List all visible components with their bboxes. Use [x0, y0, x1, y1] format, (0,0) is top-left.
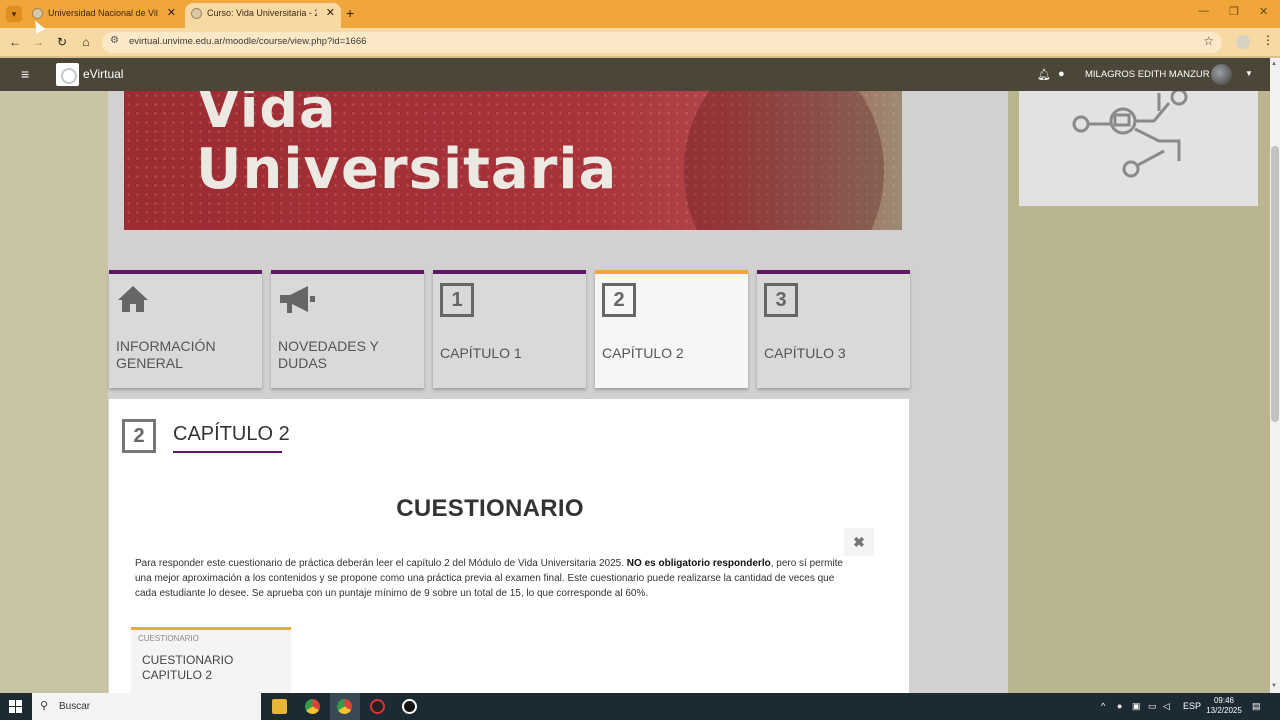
close-tab-icon[interactable]: ✕ — [167, 3, 176, 24]
search-placeholder: Buscar — [59, 701, 91, 712]
home-icon — [118, 286, 148, 312]
section-number-icon: 2 — [602, 283, 636, 317]
site-logo[interactable] — [56, 63, 79, 86]
new-tab-icon[interactable]: + — [346, 5, 354, 21]
tab-title: Curso: Vida Universitaria - 2025 — [207, 8, 317, 18]
banner-title-line2: Universitaria — [196, 137, 618, 202]
avatar[interactable] — [1211, 64, 1232, 85]
section-tile-novedades[interactable]: NOVEDADES Y DUDAS — [271, 270, 424, 388]
scroll-up-icon[interactable]: ▲ — [1271, 61, 1277, 67]
browser-tab-bar: ▾ Universidad Nacional de Villa María ✕ … — [0, 0, 1280, 28]
course-banner: Vida Universitaria — [124, 91, 902, 230]
left-background — [0, 91, 108, 693]
clock-date: 13/2/2025 — [1206, 706, 1242, 715]
site-info-icon[interactable]: ⚙ — [110, 35, 119, 46]
network-icon[interactable]: ▭ — [1148, 701, 1157, 712]
clock-time: 09:46 — [1213, 696, 1235, 705]
course-image-block — [1019, 88, 1258, 206]
section-tile-capitulo-2[interactable]: 2 CAPÍTULO 2 — [595, 270, 748, 388]
browser-tab-active[interactable]: Curso: Vida Universitaria - 2025 ✕ — [185, 3, 341, 28]
drawer-toggle-icon[interactable]: ≡ — [21, 66, 29, 82]
section-tile-label: CAPÍTULO 2 — [602, 345, 684, 361]
close-tab-icon[interactable]: ✕ — [326, 3, 335, 24]
window-close-icon[interactable]: ✕ — [1259, 5, 1268, 18]
bookmark-star-icon[interactable]: ☆ — [1203, 34, 1214, 48]
file-explorer-icon[interactable] — [272, 699, 287, 714]
title-underline — [173, 451, 282, 453]
section-tile-capitulo-1[interactable]: 1 CAPÍTULO 1 — [433, 270, 586, 388]
volume-icon[interactable]: ◁ — [1163, 701, 1170, 712]
browser-menu-icon[interactable]: ⋮ — [1262, 33, 1274, 47]
chrome-icon[interactable] — [337, 699, 352, 714]
chrome-icon[interactable] — [305, 699, 320, 714]
section-number-icon: 2 — [122, 419, 156, 453]
close-icon[interactable]: ✖ — [844, 528, 874, 556]
section-title: CAPÍTULO 2 — [173, 423, 290, 445]
moodle-navbar: ≡ eVirtual 🔔︎ ● MILAGROS EDITH MANZUR ▼ — [0, 58, 1270, 91]
description-bold: NO es obligatorio responderlo — [626, 558, 771, 569]
notifications-bell-icon[interactable]: 🔔︎ — [1037, 68, 1051, 81]
quiz-heading: CUESTIONARIO — [396, 495, 584, 522]
user-name[interactable]: MILAGROS EDITH MANZUR — [1085, 69, 1210, 80]
browser-tab[interactable]: Universidad Nacional de Villa María ✕ — [26, 3, 182, 28]
url-bar[interactable]: ⚙ evirtual.unvime.edu.ar/moodle/course/v… — [102, 32, 1222, 53]
activity-name[interactable]: CUESTIONARIO CAPITULO 2 — [142, 653, 282, 683]
section-content-card: 2 CAPÍTULO 2 CUESTIONARIO ✖ Para respond… — [109, 399, 909, 693]
profile-icon[interactable] — [1236, 35, 1250, 49]
user-menu-caret-icon[interactable]: ▼ — [1245, 69, 1253, 78]
microphone-icon[interactable]: ● — [1117, 701, 1122, 711]
section-number-icon: 3 — [764, 283, 798, 317]
section-tile-label: INFORMACIÓN GENERAL — [116, 338, 216, 371]
language-indicator[interactable]: ESP — [1183, 701, 1201, 711]
section-tile-label: CAPÍTULO 3 — [764, 345, 846, 361]
windows-taskbar: ⚲ Buscar ^ ● ▣ ▭ ◁ ESP 09:46 13/2/2025 ▤ — [0, 693, 1280, 720]
quiz-activity-card[interactable]: CUESTIONARIO CUESTIONARIO CAPITULO 2 — [131, 627, 291, 693]
circuit-illustration-icon — [1072, 88, 1188, 178]
security-icon[interactable]: ▣ — [1132, 701, 1141, 712]
media-player-icon[interactable] — [402, 699, 417, 714]
back-icon[interactable]: ← — [7, 34, 23, 50]
section-tile-label: NOVEDADES Y DUDAS — [278, 338, 379, 371]
notification-center-icon[interactable]: ▤ — [1252, 701, 1261, 712]
obs-icon[interactable] — [370, 699, 385, 714]
section-tile-capitulo-3[interactable]: 3 CAPÍTULO 3 — [757, 270, 910, 388]
tab-search-button[interactable]: ▾ — [6, 6, 22, 22]
minimize-icon[interactable]: — — [1198, 5, 1209, 17]
megaphone-icon — [280, 286, 315, 313]
section-number-icon: 1 — [440, 283, 474, 317]
address-toolbar: ← → ↻ ⌂ ⚙ evirtual.unvime.edu.ar/moodle/… — [0, 28, 1280, 57]
forward-icon[interactable]: → — [30, 34, 46, 50]
section-tile-informacion[interactable]: INFORMACIÓN GENERAL — [109, 270, 262, 388]
scroll-down-icon[interactable]: ▼ — [1271, 683, 1277, 689]
description-text: Para responder este cuestionario de prác… — [135, 558, 627, 569]
reload-icon[interactable]: ↻ — [54, 34, 70, 50]
home-icon[interactable]: ⌂ — [78, 34, 94, 50]
search-icon: ⚲ — [40, 700, 49, 712]
taskbar-search[interactable]: ⚲ Buscar — [32, 693, 261, 720]
tray-chevron-icon[interactable]: ^ — [1101, 701, 1105, 711]
tab-title: Universidad Nacional de Villa María — [48, 8, 158, 18]
site-name[interactable]: eVirtual — [83, 67, 123, 81]
scrollbar-thumb[interactable] — [1271, 146, 1279, 422]
favicon-icon — [32, 8, 43, 19]
windows-start-icon[interactable] — [9, 700, 22, 713]
url-text: evirtual.unvime.edu.ar/moodle/course/vie… — [129, 36, 367, 47]
activity-type: CUESTIONARIO — [138, 634, 199, 643]
messages-icon[interactable]: ● — [1058, 68, 1065, 80]
restore-icon[interactable]: ❐ — [1229, 5, 1239, 18]
quiz-description: Para responder este cuestionario de prác… — [135, 556, 845, 601]
taskbar-clock[interactable]: 09:46 13/2/2025 — [1204, 696, 1244, 716]
section-tile-label: CAPÍTULO 1 — [440, 345, 522, 361]
banner-title-line1: Vida — [198, 91, 337, 140]
favicon-icon — [191, 8, 202, 19]
